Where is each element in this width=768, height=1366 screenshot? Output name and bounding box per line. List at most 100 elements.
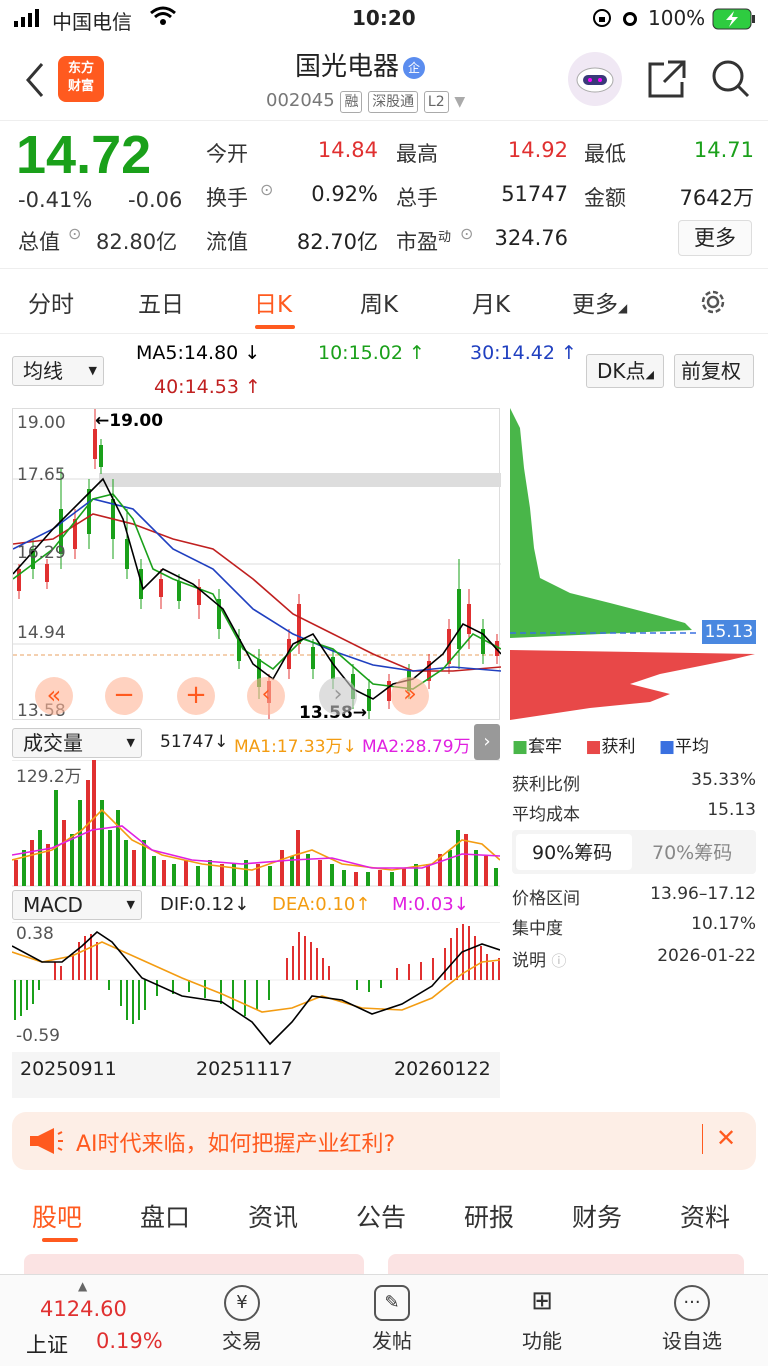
alarm-icon (620, 8, 640, 33)
macd-chart[interactable] (12, 922, 500, 1052)
tab-daily-k[interactable]: 日K (254, 285, 292, 319)
tag-l2: L2 (423, 91, 449, 113)
ma10-value: 10:15.02 ↑ (318, 342, 425, 364)
stock-header: 东方 财富 国光电器企 002045 融 深股通 L2 ▼ (0, 40, 768, 120)
nav-add-watchlist[interactable]: ··· 设自选 (642, 1285, 742, 1354)
dk-point-button[interactable]: DK点◢ (586, 354, 664, 388)
chip-tab-70[interactable]: 70%筹码 (652, 838, 732, 865)
banner-divider (702, 1124, 703, 1154)
search-icon[interactable] (710, 58, 752, 104)
note-label: 说明 ⓘ (512, 946, 566, 971)
assistant-avatar[interactable] (568, 52, 622, 106)
volume-chart[interactable] (12, 760, 500, 888)
turnover-label: 换手 (206, 186, 248, 210)
tab-news[interactable]: 资讯 (248, 1198, 298, 1234)
volume-ma2-line (12, 825, 500, 869)
nav-trade[interactable]: ¥ 交易 (192, 1285, 292, 1354)
legend-square-blue: ■ (658, 737, 675, 757)
indicator-selector[interactable]: 均线 ▼ (12, 356, 104, 386)
megaphone-icon (30, 1128, 64, 1158)
note-label-text: 说明 (512, 951, 546, 971)
resistance-band (99, 473, 501, 487)
avg-cost-value: 15.13 (707, 800, 756, 820)
kline-svg (13, 409, 501, 719)
macd-ymin: -0.59 (16, 1026, 60, 1046)
nav-post-label: 发帖 (372, 1329, 412, 1353)
tab-more-label: 更多 (572, 292, 618, 318)
legend-average: 平均 (675, 737, 709, 757)
forward-adjust-button[interactable]: 前复权 (674, 354, 754, 388)
tag-connect: 深股通 (368, 91, 419, 113)
chevron-down-icon[interactable]: ▼ (454, 94, 465, 110)
ai-banner[interactable]: AI时代来临，如何把握产业红利? ✕ (12, 1112, 756, 1170)
total-hands-value: 51747 (501, 182, 568, 206)
dk-label: DK点 (597, 359, 646, 383)
legend-square-red: ■ (585, 737, 602, 757)
step-left-icon[interactable]: ‹ (247, 677, 285, 715)
volume-ma1: MA1:17.33万↓ (234, 737, 357, 757)
zoom-out-icon[interactable]: − (105, 677, 143, 715)
stock-name-title[interactable]: 国光电器企 (250, 46, 470, 83)
float-value: 82.70亿 (296, 230, 378, 254)
y-label-max: 19.00 (17, 413, 66, 433)
lock-rotation-icon (592, 8, 612, 33)
amount-label: 金额 (584, 186, 626, 210)
tab-guba[interactable]: 股吧 (32, 1198, 82, 1234)
share-icon[interactable] (646, 58, 688, 104)
macd-selector[interactable]: MACD ▼ (12, 890, 142, 920)
info-icon[interactable]: ⊙ (460, 224, 473, 243)
tab-finance[interactable]: 财务 (572, 1198, 622, 1234)
open-value: 14.84 (317, 138, 378, 162)
eastmoney-logo[interactable]: 东方 财富 (58, 56, 104, 102)
info-icon[interactable]: ⊙ (260, 180, 273, 199)
tab-intraday[interactable]: 分时 (28, 285, 74, 319)
chip-tab-90[interactable]: 90%筹码 (532, 838, 612, 865)
close-icon[interactable]: ✕ (716, 1124, 736, 1152)
zoom-in-icon[interactable]: + (177, 677, 215, 715)
settings-gear-icon[interactable] (698, 287, 728, 321)
tab-five-day[interactable]: 五日 (138, 285, 184, 319)
nav-functions[interactable]: ⊞ 功能 (492, 1285, 592, 1354)
low-label: 最低 (584, 142, 626, 166)
step-right-icon[interactable]: › (319, 677, 357, 715)
float-value-label: 流值 (206, 230, 248, 254)
tab-monthly-k[interactable]: 月K (472, 285, 510, 319)
pe-sup: 动 (438, 230, 452, 245)
chip-profit-area (510, 650, 755, 720)
high-marker: ←19.00 (95, 411, 164, 431)
nav-post[interactable]: ✎ 发帖 (342, 1285, 442, 1354)
more-dots-icon: ··· (674, 1285, 710, 1321)
expand-arrow-icon[interactable]: › (474, 724, 500, 760)
volume-ma2: MA2:28.79万↑ (362, 737, 485, 757)
stock-name: 国光电器 (294, 52, 399, 82)
macd-ymax: 0.38 (16, 924, 54, 944)
index-change[interactable]: 0.19% (96, 1329, 163, 1353)
tab-weekly-k[interactable]: 周K (360, 285, 398, 319)
index-value[interactable]: 4124.60 (40, 1297, 127, 1321)
edit-icon: ✎ (374, 1285, 410, 1321)
more-button[interactable]: 更多 (678, 220, 752, 256)
index-name[interactable]: 上证 (26, 1329, 68, 1359)
tab-research[interactable]: 研报 (464, 1198, 514, 1234)
scroll-right-icon[interactable]: » (391, 677, 429, 715)
pe-label: 市盈动 (396, 226, 451, 256)
logo-line1: 东方 (67, 61, 94, 76)
profit-ratio-label: 获利比例 (512, 775, 580, 795)
info-icon[interactable]: ⓘ (551, 952, 566, 970)
volume-selector[interactable]: 成交量 ▼ (12, 728, 142, 758)
scroll-left-icon[interactable]: « (35, 677, 73, 715)
tab-more[interactable]: 更多◢ (572, 285, 627, 319)
tab-profile[interactable]: 资料 (680, 1198, 730, 1234)
stock-code-row: 002045 融 深股通 L2 ▼ (250, 90, 510, 113)
dropdown-icon: ▼ (126, 736, 135, 749)
avg-cost-label: 平均成本 (512, 805, 580, 825)
active-tab-underline (255, 325, 295, 329)
kline-chart[interactable]: 19.00 17.65 16.29 14.94 13.58 ←19.00 13.… (12, 408, 501, 723)
info-icon[interactable]: ⊙ (68, 224, 81, 243)
tab-pankou[interactable]: 盘口 (140, 1198, 190, 1234)
ma40-value: 40:14.53 ↑ (154, 376, 261, 398)
tab-announcements[interactable]: 公告 (356, 1198, 406, 1234)
back-icon[interactable] (22, 60, 46, 104)
high-label: 最高 (396, 142, 438, 166)
total-hands-label: 总手 (396, 186, 438, 210)
